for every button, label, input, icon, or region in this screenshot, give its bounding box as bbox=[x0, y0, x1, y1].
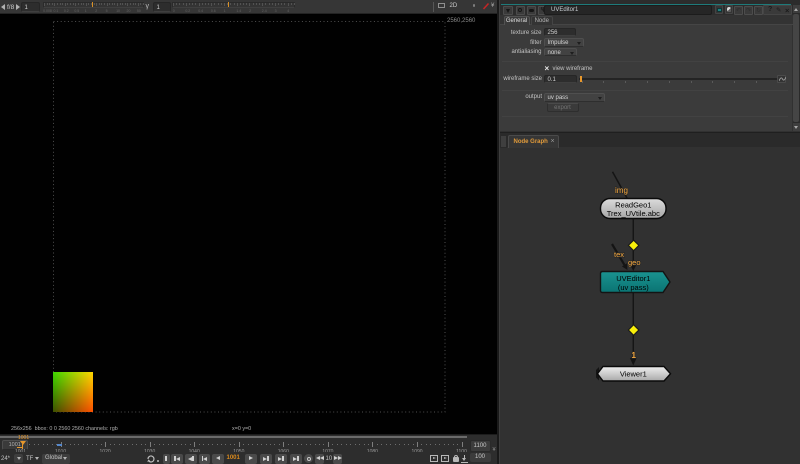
svg-text:UVEditor1: UVEditor1 bbox=[616, 274, 650, 283]
svg-text:geo: geo bbox=[628, 258, 641, 267]
svg-text:1: 1 bbox=[632, 351, 637, 360]
svg-text:Trex_UVtile.abc: Trex_UVtile.abc bbox=[607, 209, 660, 218]
svg-text:(uv pass): (uv pass) bbox=[618, 283, 649, 292]
svg-text:img: img bbox=[615, 186, 628, 195]
svg-text:Viewer1: Viewer1 bbox=[620, 370, 647, 379]
svg-text:tex: tex bbox=[614, 250, 624, 259]
